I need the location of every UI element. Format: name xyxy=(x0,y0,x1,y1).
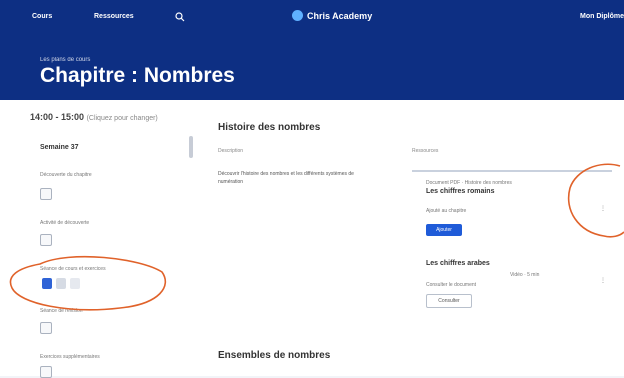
document-icon[interactable] xyxy=(40,188,52,200)
document-icon[interactable] xyxy=(40,366,52,378)
session-time-note: (Cliquez pour changer) xyxy=(86,115,158,122)
week-heading: Semaine 37 xyxy=(40,144,79,151)
nav-link-resources[interactable]: Ressources xyxy=(94,13,134,20)
resource-meta: Vidéo · 5 min xyxy=(510,272,540,278)
brand-name: Chris Academy xyxy=(307,10,373,21)
sidebar-scrollbar[interactable] xyxy=(189,136,193,158)
brand-logo-icon xyxy=(292,10,303,21)
top-navigation-bar: Cours Ressources Chris Academy Mon Diplô… xyxy=(0,0,624,40)
sidebar: 14:00 - 15:00 (Cliquez pour changer) Sem… xyxy=(0,100,201,378)
resource-progress-bar xyxy=(412,170,612,172)
nav-link-courses[interactable]: Cours xyxy=(32,13,52,20)
resource-title[interactable]: Les chiffres romains xyxy=(426,188,494,195)
column-header-resources: Ressources xyxy=(412,148,439,154)
consult-resource-button[interactable]: Consulter xyxy=(426,294,472,308)
resource-status: Consulter le document xyxy=(426,282,477,288)
sidebar-item-label[interactable]: Découverte du chapitre xyxy=(40,172,92,178)
more-options-icon[interactable]: ⋮ xyxy=(600,204,606,214)
page-title: Chapitre : Nombres xyxy=(40,64,235,87)
brand-logo[interactable]: Chris Academy xyxy=(292,10,372,21)
column-header-description: Description xyxy=(218,148,244,154)
resource-tile[interactable] xyxy=(56,278,66,289)
user-menu[interactable]: Mon Diplôme xyxy=(580,13,624,20)
more-options-icon[interactable]: ⋮ xyxy=(600,276,606,286)
activity-description: Découvrir l'histoire des nombres et les … xyxy=(218,171,354,185)
page-header: Les plans de cours Chapitre : Nombres xyxy=(0,40,624,100)
resource-title[interactable]: Les chiffres arabes xyxy=(426,260,490,267)
resource-tile[interactable] xyxy=(70,278,80,289)
resource-meta: Document PDF · Histoire des nombres xyxy=(426,180,512,186)
card-title: Histoire des nombres xyxy=(218,122,321,133)
resource-status: Ajouté au chapitre xyxy=(426,208,467,214)
breadcrumb[interactable]: Les plans de cours xyxy=(40,57,90,63)
main-content: Histoire des nombres Description Ressour… xyxy=(200,100,624,376)
selected-resource-tile[interactable] xyxy=(42,278,52,289)
search-icon[interactable] xyxy=(175,12,185,22)
session-time-value: 14:00 - 15:00 xyxy=(30,112,85,122)
card-title: Ensembles de nombres xyxy=(218,350,331,361)
sidebar-item-label[interactable]: Séance de cours et exercices xyxy=(40,266,106,272)
session-time[interactable]: 14:00 - 15:00 (Cliquez pour changer) xyxy=(30,112,158,122)
add-resource-button[interactable]: Ajouter xyxy=(426,224,462,236)
sidebar-item-label[interactable]: Séance de révision xyxy=(40,308,83,314)
sidebar-item-label[interactable]: Activité de découverte xyxy=(40,220,89,226)
document-icon[interactable] xyxy=(40,322,52,334)
sidebar-item-label[interactable]: Exercices supplémentaires xyxy=(40,354,100,360)
document-icon[interactable] xyxy=(40,234,52,246)
